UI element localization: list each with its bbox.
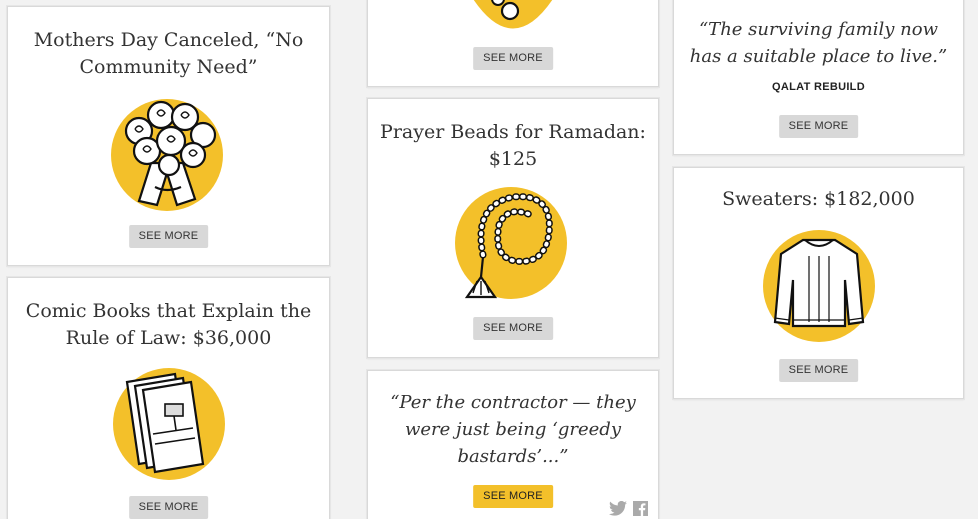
see-more-button[interactable]: SEE MORE [473, 485, 553, 508]
see-more-button[interactable]: SEE MORE [778, 359, 859, 382]
card-contractor-quote: “Per the contractor — they were just bei… [367, 370, 659, 519]
see-more-button[interactable]: SEE MORE [473, 317, 553, 340]
card-title: Sweaters: $182,000 [722, 188, 915, 210]
facebook-icon[interactable] [633, 501, 648, 519]
card-title: Prayer Beads for Ramadan: $125 [380, 121, 646, 170]
card-title: Comic Books that Explain the Rule of Law… [25, 300, 312, 349]
see-more-button[interactable]: SEE MORE [473, 47, 553, 70]
prayer-beads-icon [455, 187, 567, 299]
sweater-icon [762, 230, 875, 342]
quote-text: “Per the contractor — they were just bei… [390, 392, 636, 467]
card-top-middle: SEE MORE [367, 0, 659, 87]
see-more-button[interactable]: SEE MORE [128, 225, 209, 248]
see-more-button[interactable]: SEE MORE [128, 496, 209, 519]
twitter-icon[interactable] [609, 500, 627, 519]
card-sweaters: Sweaters: $182,000 SEE MORE [673, 167, 964, 399]
quote-attribution: QALAT REBUILD [772, 81, 865, 93]
see-more-button[interactable]: SEE MORE [778, 115, 859, 138]
partial-illustration-icon [473, 0, 553, 29]
bouquet-icon [110, 99, 223, 211]
quote-text: “The surviving family now has a suitable… [689, 19, 948, 67]
card-title: Mothers Day Canceled, “No Community Need… [33, 29, 304, 78]
card-mothers-day: Mothers Day Canceled, “No Community Need… [7, 6, 330, 266]
comic-books-icon [112, 368, 225, 480]
share-links [609, 500, 648, 519]
card-family-quote: “The surviving family now has a suitable… [673, 0, 964, 155]
card-comic-books: Comic Books that Explain the Rule of Law… [7, 277, 330, 519]
card-prayer-beads: Prayer Beads for Ramadan: $125 SEE MORE [367, 98, 659, 358]
